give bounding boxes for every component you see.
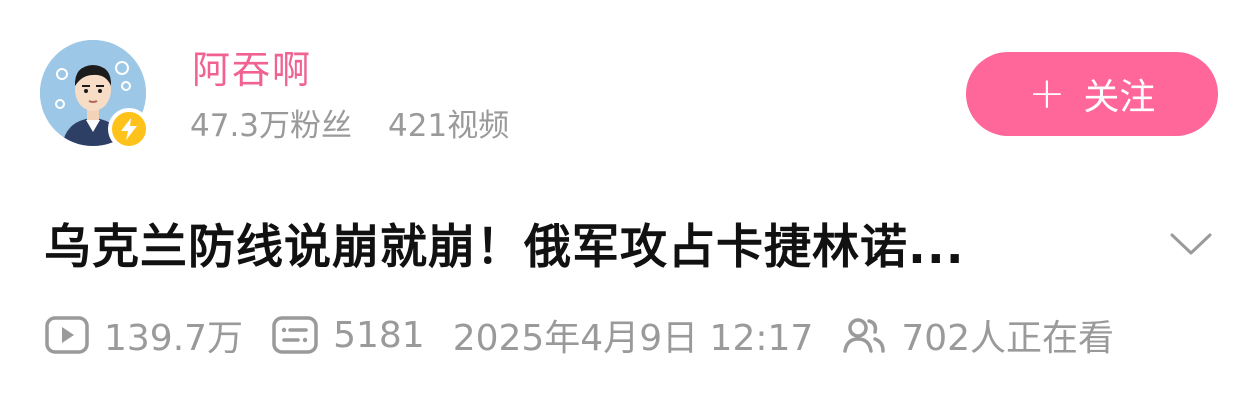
danmaku-icon bbox=[272, 316, 318, 354]
chevron-down-icon bbox=[1170, 233, 1212, 255]
publish-time: 2025年4月9日 12:17 bbox=[452, 318, 814, 359]
view-count-item: 139.7万 bbox=[44, 309, 243, 361]
follow-label: 关注 bbox=[1083, 77, 1156, 118]
watching-count-item: 702人正在看 bbox=[841, 309, 1114, 361]
author-name[interactable]: 阿吞啊 bbox=[192, 44, 312, 96]
plus-icon: + bbox=[1028, 68, 1066, 119]
danmaku-count: 5181 bbox=[333, 314, 425, 356]
view-count: 139.7万 bbox=[104, 318, 244, 359]
follower-count: 47.3万粉丝 bbox=[190, 108, 353, 144]
expand-toggle[interactable] bbox=[1166, 222, 1216, 266]
watching-count: 702人正在看 bbox=[901, 318, 1115, 359]
follow-button[interactable]: + 关注 bbox=[966, 52, 1218, 136]
video-info-panel: 阿吞啊 47.3万粉丝 421视频 + 关注 乌克兰防线说崩就崩！俄军攻占卡捷林诺… bbox=[0, 0, 1260, 400]
viewers-icon bbox=[843, 318, 886, 353]
danmaku-count-item: 5181 bbox=[271, 315, 425, 356]
author-stats: 47.3万粉丝 421视频 bbox=[190, 104, 509, 148]
video-count: 421视频 bbox=[388, 108, 510, 144]
video-meta: 139.7万 5181 2025年4月9日 12:17 702人正在看 bbox=[44, 310, 1114, 360]
play-icon bbox=[45, 316, 89, 354]
lightning-badge-icon bbox=[108, 108, 150, 150]
video-title: 乌克兰防线说崩就崩！俄军攻占卡捷林诺... bbox=[44, 220, 965, 275]
